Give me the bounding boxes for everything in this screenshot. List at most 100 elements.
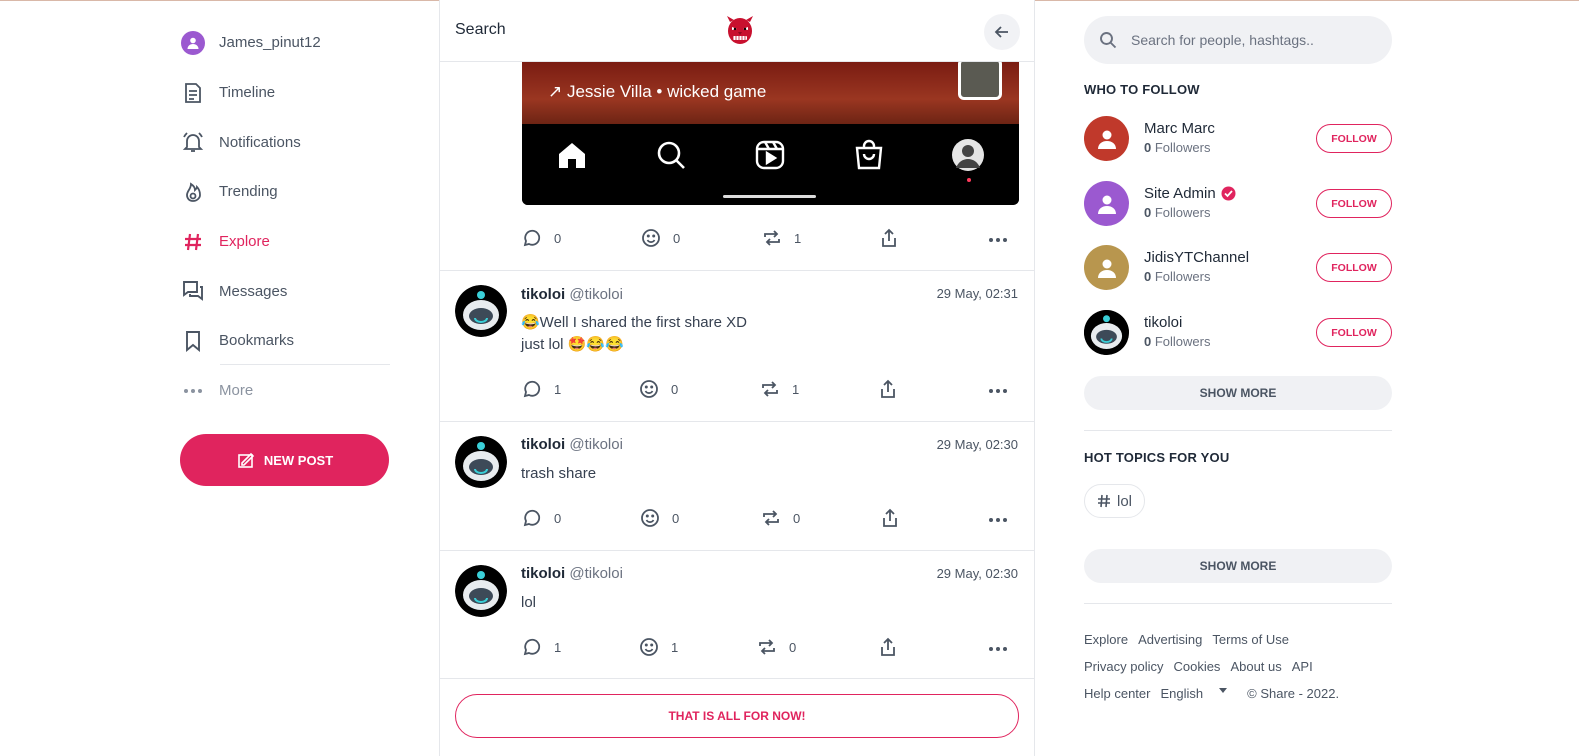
sidebar-item-label: James_pinut12 [219, 34, 321, 52]
more-options-button[interactable] [988, 510, 1008, 530]
follower-label: Followers [1154, 334, 1211, 349]
show-more-topics-button[interactable]: SHOW MORE [1084, 549, 1392, 583]
post-author[interactable]: tikoloi @tikoloi [521, 436, 623, 453]
sidebar-item-label: Explore [219, 233, 270, 251]
avatar[interactable] [455, 565, 507, 617]
notification-dot [967, 178, 971, 182]
end-of-feed-button[interactable]: THAT IS ALL FOR NOW! [455, 694, 1019, 738]
dots-icon [989, 518, 1007, 522]
post[interactable]: tikoloi @tikoloi 29 May, 02:31 😂Well I s… [440, 270, 1034, 421]
search-input[interactable] [1131, 32, 1371, 48]
author-handle: @tikoloi [569, 286, 623, 303]
footer-link[interactable]: Terms of Use [1212, 632, 1289, 647]
comment-button[interactable]: 0 [522, 508, 561, 528]
language-label: English [1160, 686, 1204, 701]
more-options-button[interactable] [988, 639, 1008, 659]
follow-button[interactable]: FOLLOW [1316, 189, 1392, 218]
follow-button[interactable]: FOLLOW [1316, 253, 1392, 282]
repost-button[interactable]: 1 [760, 379, 799, 399]
footer-link[interactable]: Explore [1084, 632, 1128, 647]
who-to-follow-title: WHO TO FOLLOW [1084, 82, 1200, 97]
avatar[interactable] [1084, 310, 1129, 355]
sidebar-item-explore[interactable]: Explore [180, 217, 390, 267]
comment-button[interactable]: 1 [522, 637, 561, 657]
share-icon [883, 508, 897, 527]
sidebar-item-more[interactable]: More [180, 366, 390, 416]
share-button[interactable] [880, 508, 900, 528]
page-title: Search [455, 21, 506, 38]
document-icon [180, 80, 206, 106]
react-button[interactable]: 1 [639, 637, 678, 657]
hashtag-chip[interactable]: lol [1084, 484, 1146, 518]
share-button[interactable] [879, 228, 899, 248]
hashtag-icon [180, 229, 206, 255]
sidebar-item-profile[interactable]: James_pinut12 [180, 18, 390, 68]
share-button[interactable] [878, 637, 898, 657]
search-box[interactable] [1084, 16, 1392, 64]
post-actions: 1 1 0 [522, 637, 1018, 661]
more-options-button[interactable] [988, 230, 1008, 250]
footer-link[interactable]: Help center [1084, 686, 1150, 701]
user-name[interactable]: tikoloi [1144, 314, 1182, 331]
back-button[interactable] [984, 14, 1020, 50]
avatar[interactable] [1084, 116, 1129, 161]
react-button[interactable]: 0 [641, 228, 680, 248]
sidebar-item-label: Timeline [219, 84, 276, 102]
flame-icon [180, 179, 206, 205]
footer-link[interactable]: Cookies [1173, 659, 1220, 674]
section-divider [1084, 603, 1392, 604]
sidebar-item-trending[interactable]: Trending [180, 167, 390, 217]
sidebar-item-notifications[interactable]: Notifications [180, 117, 390, 167]
right-sidebar: WHO TO FOLLOW Marc Marc 0 Followers FOLL… [1084, 16, 1392, 701]
react-button[interactable]: 0 [640, 508, 679, 528]
sidebar-item-messages[interactable]: Messages [180, 266, 390, 316]
post-text: 😂Well I shared the first share XD just l… [521, 312, 747, 356]
sidebar-item-label: Bookmarks [219, 332, 295, 350]
dots-icon [180, 378, 206, 404]
language-select[interactable]: English [1160, 686, 1237, 701]
caret-down-icon [1219, 688, 1228, 694]
post[interactable]: tikoloi @tikoloi 29 May, 02:30 lol 1 1 0 [440, 550, 1034, 679]
comment-button[interactable]: 1 [522, 379, 561, 399]
sidebar-item-timeline[interactable]: Timeline [180, 68, 390, 118]
post[interactable]: tikoloi @tikoloi 29 May, 02:30 trash sha… [440, 421, 1034, 550]
sidebar-item-label: Trending [219, 183, 278, 201]
post-media-image[interactable]: ↗ Jessie Villa • wicked game [522, 62, 1019, 205]
avatar[interactable] [1084, 245, 1129, 290]
share-icon [881, 379, 895, 398]
user-name-text: Marc Marc [1144, 120, 1215, 137]
post-author[interactable]: tikoloi @tikoloi [521, 565, 623, 582]
post-text-line: 😂Well I shared the first share XD [521, 314, 747, 331]
repost-count: 0 [789, 639, 797, 655]
user-name[interactable]: Site Admin [1144, 185, 1236, 202]
verified-badge-icon [1221, 186, 1236, 201]
avatar[interactable] [455, 436, 507, 488]
repost-icon [759, 639, 775, 655]
repost-button[interactable]: 1 [762, 228, 801, 248]
react-button[interactable]: 0 [639, 379, 678, 399]
post-author[interactable]: tikoloi @tikoloi [521, 286, 623, 303]
follower-number: 0 [1144, 269, 1152, 284]
footer-link[interactable]: Advertising [1138, 632, 1202, 647]
follow-button[interactable]: FOLLOW [1316, 124, 1392, 153]
more-options-button[interactable] [988, 381, 1008, 401]
footer-link[interactable]: API [1292, 659, 1313, 674]
footer-link[interactable]: About us [1230, 659, 1281, 674]
user-name[interactable]: Marc Marc [1144, 120, 1215, 137]
comment-button[interactable]: 0 [522, 228, 561, 248]
media-thumbnail [958, 62, 1002, 100]
show-more-follow-button[interactable]: SHOW MORE [1084, 376, 1392, 410]
user-name[interactable]: JidisYTChannel [1144, 249, 1249, 266]
sidebar-item-bookmarks[interactable]: Bookmarks [180, 316, 390, 366]
avatar[interactable] [455, 285, 507, 337]
smiley-icon [640, 380, 658, 398]
footer-link[interactable]: Privacy policy [1084, 659, 1163, 674]
follow-button[interactable]: FOLLOW [1316, 318, 1392, 347]
arrow-left-icon [994, 26, 1008, 38]
follower-count: 0 Followers [1144, 205, 1210, 220]
repost-button[interactable]: 0 [761, 508, 800, 528]
new-post-button[interactable]: NEW POST [180, 434, 389, 486]
share-button[interactable] [878, 379, 898, 399]
repost-button[interactable]: 0 [757, 637, 796, 657]
avatar[interactable] [1084, 181, 1129, 226]
